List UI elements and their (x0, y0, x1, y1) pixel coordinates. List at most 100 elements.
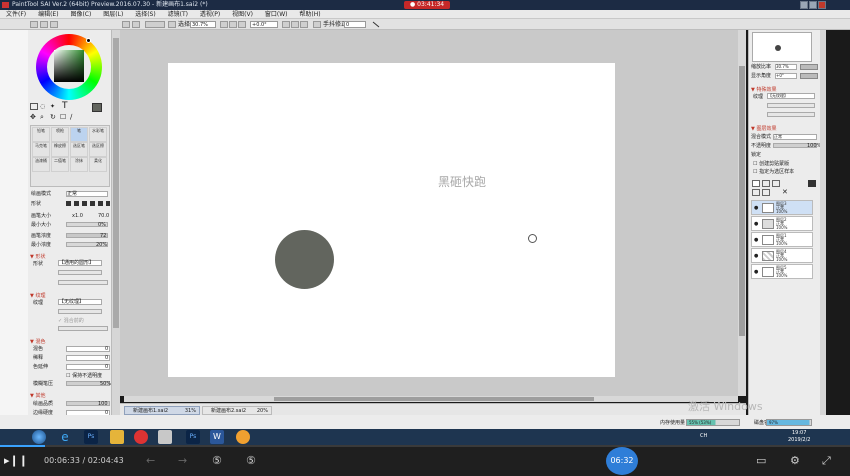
tool-select-eraser[interactable]: 选区擦 (89, 142, 107, 157)
menu-help[interactable]: 帮助(H) (299, 11, 320, 18)
copy-layer-icon[interactable] (752, 189, 760, 196)
layer-item[interactable]: ● 图层2 正常 100% (751, 216, 813, 231)
nav-zoom-field[interactable]: 30.7% (775, 64, 797, 70)
eyedropper-icon[interactable]: ∕ (70, 113, 72, 121)
scroll-thumb[interactable] (113, 38, 119, 328)
tool-brush[interactable]: 笔 (70, 127, 88, 142)
merge-down-icon[interactable] (762, 189, 770, 196)
tool-watercolor[interactable]: 水彩笔 (89, 127, 107, 142)
minimize-button[interactable] (800, 1, 808, 9)
menu-edit[interactable]: 编辑(E) (38, 11, 58, 18)
tool-panel-scrollbar[interactable] (112, 30, 120, 419)
tool-binary-pen[interactable]: 二值笔 (51, 157, 69, 172)
lang-indicator[interactable]: CH (700, 433, 707, 439)
doc-tab-2[interactable]: 新建画布2.sai2 20% (202, 406, 272, 415)
recorder-icon[interactable] (134, 430, 148, 444)
scroll-thumb[interactable] (739, 66, 745, 336)
scroll-thumb[interactable] (274, 397, 594, 401)
ie-icon[interactable]: e (58, 430, 72, 444)
texture-section-header[interactable]: ▼ 纹理 (30, 292, 45, 299)
hue-marker[interactable] (86, 38, 91, 43)
layer-item[interactable]: ● 图层1 正常 100% (751, 232, 813, 247)
tool-marker[interactable]: 马克笔 (32, 142, 50, 157)
clip-mask-check[interactable]: ☐ 创建剪贴蒙版 (753, 161, 789, 167)
close-button[interactable] (818, 1, 826, 9)
tool-airbrush[interactable]: 喷枪 (51, 127, 69, 142)
clock-date[interactable]: 2019/2/2 (788, 437, 810, 443)
saturation-value-square[interactable] (54, 50, 84, 82)
tool-blur[interactable]: 柔化 (89, 157, 107, 172)
menu-image[interactable]: 图像(C) (70, 11, 91, 18)
magic-wand-icon[interactable]: ✦ (50, 103, 58, 110)
zoom-in-icon[interactable] (229, 21, 237, 28)
water-field[interactable] (66, 355, 110, 361)
forward-5s-icon[interactable]: ⑤ (246, 445, 256, 476)
rotate-reset-icon[interactable] (300, 21, 308, 28)
maximize-button[interactable] (809, 1, 817, 9)
layer-item[interactable]: ● 图层3 正常 100% (751, 200, 813, 215)
texture-check[interactable]: ✓ 混合前的 (58, 318, 84, 324)
layer-blend-select[interactable]: 正常 (773, 134, 817, 140)
layer-section-header[interactable]: ▼ 图层效果 (751, 125, 776, 132)
nav-zoom-buttons[interactable] (800, 64, 818, 70)
progress-track[interactable] (0, 445, 850, 447)
new-layer-icon[interactable] (752, 180, 760, 187)
text-tool-icon[interactable]: T (62, 101, 68, 111)
blend-field[interactable] (66, 346, 110, 352)
persistence-field[interactable] (66, 364, 110, 370)
layer-panel-scrollbar[interactable] (820, 30, 826, 419)
hand-tool-icon[interactable]: ☐ (60, 113, 66, 121)
current-color-swatch[interactable] (92, 103, 102, 112)
menu-perspective[interactable]: 透视(P) (200, 11, 220, 18)
canvas-vertical-scrollbar[interactable] (738, 30, 746, 396)
navigator-preview[interactable] (752, 32, 812, 62)
line-tool-icon[interactable] (372, 21, 380, 28)
select-toggle-icon[interactable] (168, 21, 176, 28)
browser-icon[interactable] (236, 430, 250, 444)
nav-angle-buttons[interactable] (800, 73, 818, 79)
texture-scale-slider[interactable] (58, 326, 108, 331)
effects-section-header[interactable]: ▼ 特殊效果 (751, 86, 776, 93)
flip-icon[interactable] (313, 21, 321, 28)
shape-section-header[interactable]: ▼ 形状 (30, 253, 45, 260)
blend-mode-select[interactable]: 正常 (66, 191, 108, 197)
brush-shape-selector[interactable] (66, 201, 110, 206)
settings-gear-icon[interactable]: ⚙ (790, 445, 800, 476)
blend-section-header[interactable]: ▼ 混色 (30, 338, 45, 345)
save-icon[interactable] (50, 21, 58, 28)
tool-eraser[interactable]: 橡皮擦 (51, 142, 69, 157)
new-icon[interactable] (30, 21, 38, 28)
menu-window[interactable]: 窗口(W) (265, 11, 288, 18)
zoom-tool-icon[interactable]: ⌕ (40, 113, 44, 122)
shape-scale-slider[interactable] (58, 280, 108, 285)
eye-icon[interactable]: ● (754, 269, 758, 275)
effects-texture-select[interactable]: 【无纹理】 (767, 93, 815, 99)
new-folder-icon[interactable] (762, 180, 770, 187)
eye-icon[interactable]: ● (754, 205, 758, 211)
sai-icon[interactable] (158, 430, 172, 444)
menu-file[interactable]: 文件(F) (6, 11, 26, 18)
rect-select-icon[interactable] (30, 103, 38, 110)
clock-time[interactable]: 19:07 (792, 430, 806, 436)
layer-item[interactable]: ● 图层4 正常 100% (751, 248, 813, 263)
effects-strength-slider[interactable] (767, 103, 815, 108)
layer-item[interactable]: ● 图层5 正常 100% (751, 264, 813, 279)
doc-tab-1[interactable]: 新建画布1.sai2 31% (124, 406, 200, 415)
rotate-tool-icon[interactable]: ↻ (50, 113, 56, 121)
keep-opacity-check[interactable]: ☐ 保持不透明度 (66, 373, 102, 379)
photoshop-icon[interactable]: Ps (84, 430, 98, 444)
previous-icon[interactable]: ← (146, 445, 155, 476)
tool-select-pen[interactable]: 选区笔 (70, 142, 88, 157)
expand-icon[interactable]: ⤢ (822, 445, 831, 476)
menu-select[interactable]: 选择(S) (135, 11, 156, 18)
eye-icon[interactable]: ● (754, 253, 758, 259)
redo-icon[interactable] (132, 21, 140, 28)
open-icon[interactable] (40, 21, 48, 28)
texture-select[interactable]: 【无纹理】 (58, 299, 102, 305)
play-pause-icon[interactable]: ▸❙❙ (4, 445, 28, 476)
size-scale[interactable]: x1.0 (72, 213, 83, 219)
eye-icon[interactable]: ● (754, 221, 758, 227)
new-linework-icon[interactable] (772, 180, 780, 187)
lasso-icon[interactable]: ◌ (40, 103, 48, 110)
selection-source-check[interactable]: ☐ 指定为选区样本 (753, 169, 794, 175)
